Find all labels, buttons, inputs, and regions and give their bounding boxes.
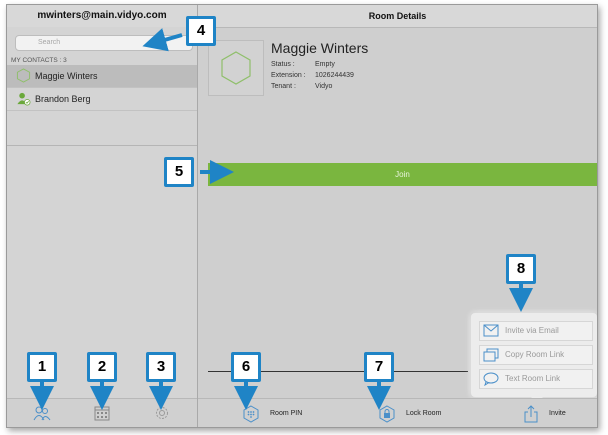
callout-3: 3	[146, 352, 176, 382]
callout-7: 7	[364, 352, 394, 382]
callout-8: 8	[506, 254, 536, 284]
callout-4: 4	[186, 16, 216, 46]
callout-6: 6	[231, 352, 261, 382]
callout-5: 5	[164, 157, 194, 187]
callout-2: 2	[87, 352, 117, 382]
callout-1: 1	[27, 352, 57, 382]
